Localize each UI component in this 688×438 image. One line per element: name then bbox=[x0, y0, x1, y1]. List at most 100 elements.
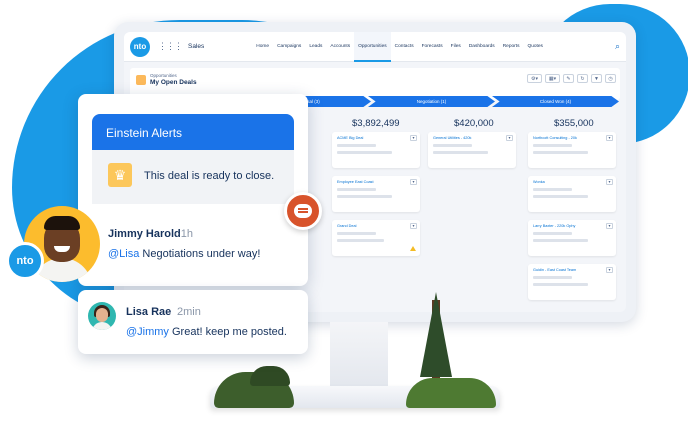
post-mention[interactable]: @Lisa bbox=[108, 248, 139, 260]
view-title[interactable]: My Open Deals bbox=[150, 79, 197, 86]
card-menu-icon[interactable]: ▾ bbox=[410, 179, 417, 185]
app-logo[interactable]: nto bbox=[130, 36, 150, 57]
nav-tab-forecasts[interactable]: Forecasts bbox=[418, 32, 447, 62]
nav-tab-contacts[interactable]: Contacts bbox=[391, 32, 418, 62]
card-menu-icon[interactable]: ▾ bbox=[606, 267, 613, 273]
alert-body[interactable]: ♛ This deal is ready to close. bbox=[92, 150, 294, 204]
card-menu-icon[interactable]: ▾ bbox=[606, 135, 613, 141]
card-detail-line bbox=[533, 151, 588, 154]
object-label: Opportunities bbox=[150, 73, 177, 78]
reply-author[interactable]: Lisa Rae bbox=[126, 306, 171, 318]
kanban-column-negotiation: General Utilities - 420k ▾ bbox=[428, 132, 516, 176]
card-detail-line bbox=[533, 232, 572, 235]
opportunity-card[interactable]: Guidin - East Coast Team ▾ bbox=[528, 264, 616, 300]
opportunity-card[interactable]: Wonka ▾ bbox=[528, 176, 616, 212]
card-title[interactable]: Northcott Consulting - 20k bbox=[533, 136, 611, 140]
card-detail-line bbox=[337, 188, 376, 191]
stage-negotiation[interactable]: Negotiation (1) bbox=[368, 96, 495, 107]
card-detail-line bbox=[533, 144, 572, 147]
card-menu-icon[interactable]: ▾ bbox=[410, 223, 417, 229]
app-launcher-icon[interactable]: ⋮⋮⋮ bbox=[158, 41, 183, 52]
card-title[interactable]: Grand Deal bbox=[337, 224, 415, 228]
chat-bubble-icon bbox=[294, 204, 312, 218]
card-detail-line bbox=[337, 232, 376, 235]
card-menu-icon[interactable]: ▾ bbox=[606, 179, 613, 185]
filter-icon[interactable]: ▼ bbox=[591, 74, 602, 83]
opportunity-card[interactable]: Grand Deal ▾ bbox=[332, 220, 420, 256]
nav-tab-leads[interactable]: Leads bbox=[305, 32, 326, 62]
reply-text: @Jimmy Great! keep me posted. bbox=[126, 326, 287, 338]
stage-closed-won[interactable]: Closed Won (4) bbox=[492, 96, 619, 107]
app-topbar: nto ⋮⋮⋮ Sales Home Campaigns Leads Accou… bbox=[124, 32, 626, 62]
edit-icon[interactable]: ✎ bbox=[563, 74, 574, 83]
opportunity-card[interactable]: Northcott Consulting - 20k ▾ bbox=[528, 132, 616, 168]
card-detail-line bbox=[433, 151, 488, 154]
nav-bar: Home Campaigns Leads Accounts Opportunit… bbox=[252, 32, 547, 62]
card-detail-line bbox=[533, 239, 588, 242]
card-title[interactable]: General Utilities - 420k bbox=[433, 136, 511, 140]
post-author[interactable]: Jimmy Harold bbox=[108, 228, 181, 240]
card-detail-line bbox=[533, 188, 572, 191]
card-title[interactable]: ACME Big Deal bbox=[337, 136, 415, 140]
kanban-column-proposal: ACME Big Deal ▾ Employee East Coast ▾ Gr… bbox=[332, 132, 420, 264]
card-menu-icon[interactable]: ▾ bbox=[606, 223, 613, 229]
nav-tab-reports[interactable]: Reports bbox=[499, 32, 524, 62]
chart-icon[interactable]: ◷ bbox=[605, 74, 616, 83]
avatar-shirt bbox=[92, 322, 112, 330]
nto-badge: nto bbox=[6, 242, 44, 280]
column-amount-closed-won: $355,000 bbox=[554, 118, 594, 129]
card-detail-line bbox=[533, 276, 572, 279]
avatar-hair bbox=[44, 216, 80, 230]
reply-timestamp: 2min bbox=[177, 306, 201, 318]
card-menu-icon[interactable]: ▾ bbox=[506, 135, 513, 141]
nav-tab-home[interactable]: Home bbox=[252, 32, 273, 62]
column-amount-proposal: $3,892,499 bbox=[352, 118, 400, 129]
opportunity-card[interactable]: Larry Baxter - 220k Ophy ▾ bbox=[528, 220, 616, 256]
nav-tab-opportunities[interactable]: Opportunities bbox=[354, 32, 391, 62]
card-detail-line bbox=[337, 239, 384, 242]
search-icon[interactable]: ⌕ bbox=[615, 41, 620, 52]
card-detail-line bbox=[337, 195, 392, 198]
card-detail-line bbox=[337, 151, 392, 154]
nav-tab-accounts[interactable]: Accounts bbox=[326, 32, 354, 62]
chat-icon[interactable] bbox=[284, 192, 322, 230]
kanban-column-closed-won: Northcott Consulting - 20k ▾ Wonka ▾ Lar… bbox=[528, 132, 616, 308]
nav-tab-files[interactable]: Files bbox=[447, 32, 465, 62]
card-detail-line bbox=[433, 144, 472, 147]
warning-icon bbox=[410, 246, 416, 251]
reply-message: Great! keep me posted. bbox=[168, 326, 287, 338]
reply-mention[interactable]: @Jimmy bbox=[126, 326, 169, 338]
card-title[interactable]: Guidin - East Coast Team bbox=[533, 268, 611, 272]
monitor-stand-neck bbox=[330, 322, 388, 392]
post-message: Negotiations under way! bbox=[139, 248, 261, 260]
alert-message: This deal is ready to close. bbox=[144, 170, 275, 182]
alert-title: Einstein Alerts bbox=[92, 114, 294, 150]
nav-tab-dashboards[interactable]: Dashboards bbox=[465, 32, 499, 62]
post-timestamp: · 1h bbox=[174, 228, 193, 240]
card-title[interactable]: Wonka bbox=[533, 180, 611, 184]
nav-tab-quotes[interactable]: Quotes bbox=[523, 32, 546, 62]
column-amount-negotiation: $420,000 bbox=[454, 118, 494, 129]
avatar-lisa bbox=[88, 302, 116, 330]
list-toolbar: ⚙▾ ▦▾ ✎ ↻ ▼ ◷ bbox=[527, 74, 616, 83]
opportunity-card[interactable]: General Utilities - 420k ▾ bbox=[428, 132, 516, 168]
card-menu-icon[interactable]: ▾ bbox=[410, 135, 417, 141]
opportunity-card[interactable]: Employee East Coast ▾ bbox=[332, 176, 420, 212]
app-name: Sales bbox=[188, 43, 205, 50]
opportunity-icon bbox=[136, 75, 146, 85]
display-as-button[interactable]: ▦▾ bbox=[545, 74, 560, 83]
refresh-icon[interactable]: ↻ bbox=[577, 74, 588, 83]
tree-foliage bbox=[420, 292, 452, 377]
bush-right bbox=[406, 378, 496, 408]
post-text: @Lisa Negotiations under way! bbox=[108, 248, 260, 260]
card-detail-line bbox=[533, 283, 588, 286]
bush-mid bbox=[250, 366, 290, 386]
crown-icon: ♛ bbox=[108, 163, 132, 187]
nav-tab-campaigns[interactable]: Campaigns bbox=[273, 32, 305, 62]
card-title[interactable]: Employee East Coast bbox=[337, 180, 415, 184]
settings-menu-button[interactable]: ⚙▾ bbox=[527, 74, 542, 83]
card-title[interactable]: Larry Baxter - 220k Ophy bbox=[533, 224, 611, 228]
avatar-face bbox=[96, 308, 108, 322]
opportunity-card[interactable]: ACME Big Deal ▾ bbox=[332, 132, 420, 168]
reply-card: Lisa Rae 2min @Jimmy Great! keep me post… bbox=[78, 290, 308, 354]
